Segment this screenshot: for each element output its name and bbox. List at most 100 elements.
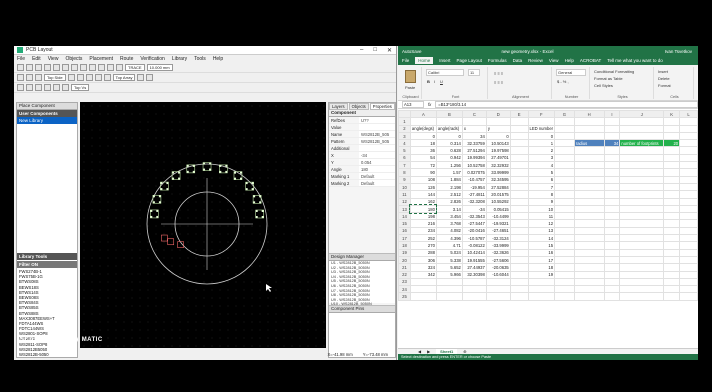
row-header[interactable]: 22 <box>398 270 411 279</box>
cell[interactable]: 10.52758 <box>461 161 487 170</box>
cell[interactable]: 0.027075 <box>461 168 487 177</box>
cell[interactable]: 18 <box>409 139 437 148</box>
maximize-icon[interactable]: □ <box>373 47 377 54</box>
cell[interactable] <box>619 190 665 199</box>
cell[interactable] <box>619 161 665 170</box>
cell[interactable] <box>554 168 575 177</box>
cell[interactable]: 180 <box>409 204 438 214</box>
user-components-header[interactable]: User Components <box>17 110 77 117</box>
cell[interactable] <box>663 204 681 214</box>
line-tool-icon[interactable] <box>67 74 75 81</box>
cell[interactable]: 4.082 <box>435 226 463 236</box>
row-header[interactable]: 7 <box>398 161 411 170</box>
cell[interactable]: -32.3208 <box>461 197 487 206</box>
row-header[interactable]: 14 <box>398 212 411 221</box>
cell[interactable] <box>509 197 529 206</box>
font-select[interactable]: Calibri <box>426 69 464 76</box>
cell[interactable] <box>461 117 487 126</box>
property-value[interactable] <box>359 145 395 151</box>
cell[interactable] <box>663 197 681 206</box>
zoom-in-icon[interactable] <box>98 64 105 71</box>
cell[interactable] <box>554 190 575 199</box>
cell[interactable]: 54 <box>409 153 437 163</box>
led-footprint[interactable] <box>167 238 175 246</box>
property-value[interactable]: -34 <box>359 152 395 158</box>
cell[interactable] <box>485 277 511 287</box>
cell[interactable] <box>619 241 665 250</box>
cell[interactable]: -27.4651 <box>485 226 511 236</box>
zoom-select[interactable]: TRACE <box>125 64 145 71</box>
cell[interactable]: 16 <box>527 248 556 257</box>
property-value[interactable]: U?? <box>359 117 395 123</box>
led-footprint[interactable] <box>160 181 169 191</box>
cell[interactable]: 10 <box>527 204 556 214</box>
measure-icon[interactable] <box>146 74 154 81</box>
cell[interactable] <box>509 182 529 192</box>
cell[interactable] <box>573 263 605 272</box>
menu-verification[interactable]: Verification <box>140 56 164 62</box>
insert-button[interactable]: Insert <box>658 69 668 74</box>
cell[interactable]: 1 <box>527 139 556 148</box>
cell[interactable]: 32.33759 <box>461 139 487 148</box>
font-size-select[interactable]: 11 <box>468 69 480 76</box>
cell[interactable]: 0 <box>527 131 556 141</box>
cell[interactable] <box>663 234 681 243</box>
cell[interactable]: 34 <box>603 139 621 148</box>
cell[interactable] <box>679 161 698 170</box>
cell[interactable] <box>663 117 681 126</box>
cell[interactable] <box>554 175 575 184</box>
ribbon-tab-file[interactable]: File <box>402 58 409 63</box>
cell[interactable] <box>509 212 529 221</box>
cell[interactable]: -10.6044 <box>485 270 511 279</box>
cell[interactable] <box>509 146 529 155</box>
cell[interactable] <box>679 124 698 133</box>
number-format-select[interactable]: General <box>556 69 586 76</box>
cell[interactable] <box>573 197 605 206</box>
cell[interactable]: 1.256 <box>435 161 463 170</box>
cell[interactable] <box>509 248 529 257</box>
cell[interactable] <box>663 219 681 228</box>
cell[interactable] <box>679 182 698 192</box>
cell[interactable] <box>679 241 698 250</box>
cell[interactable] <box>573 161 605 170</box>
cell[interactable] <box>527 277 556 287</box>
cell[interactable]: 1.57 <box>435 168 463 177</box>
cell[interactable] <box>509 190 529 199</box>
cell[interactable] <box>663 255 681 265</box>
cell[interactable] <box>679 190 698 199</box>
cell[interactable]: 19.99394 <box>461 153 487 163</box>
cell[interactable] <box>554 146 575 155</box>
cell[interactable]: 0 <box>485 131 511 141</box>
cell[interactable] <box>679 168 698 177</box>
cell[interactable] <box>554 204 575 214</box>
row-header[interactable]: 21 <box>398 263 411 272</box>
cut-icon[interactable] <box>53 64 60 71</box>
text-tool-icon[interactable] <box>85 74 93 81</box>
cell[interactable] <box>573 182 605 192</box>
cell[interactable]: 3 <box>527 153 556 163</box>
cell[interactable] <box>554 124 575 133</box>
cell[interactable] <box>679 285 698 294</box>
cell[interactable] <box>679 226 698 236</box>
cell[interactable]: 4.71 <box>435 241 463 250</box>
row-header[interactable]: 6 <box>398 153 411 163</box>
cell[interactable]: -27.5606 <box>485 255 511 265</box>
cell[interactable] <box>619 263 665 272</box>
row-header[interactable]: 18 <box>398 241 411 250</box>
cell[interactable] <box>679 219 698 228</box>
led-footprint[interactable] <box>152 194 162 204</box>
property-value[interactable]: WS2812B_505 <box>359 131 395 137</box>
align-icon[interactable] <box>44 84 51 91</box>
cell[interactable] <box>573 212 605 221</box>
cell[interactable]: 33.99999 <box>485 168 511 177</box>
row-header[interactable]: 2 <box>398 124 411 133</box>
ribbon-tab-page-layout[interactable]: Page Layout <box>457 58 482 63</box>
row-header[interactable]: 10 <box>398 182 411 192</box>
cell[interactable] <box>409 117 437 126</box>
cell[interactable] <box>663 190 681 199</box>
view-select[interactable]: Top Vs <box>71 84 90 91</box>
cell[interactable] <box>509 219 529 228</box>
open-icon[interactable] <box>26 64 33 71</box>
cell[interactable]: 17 <box>527 255 556 265</box>
tab-layers[interactable]: Layers <box>329 103 348 110</box>
